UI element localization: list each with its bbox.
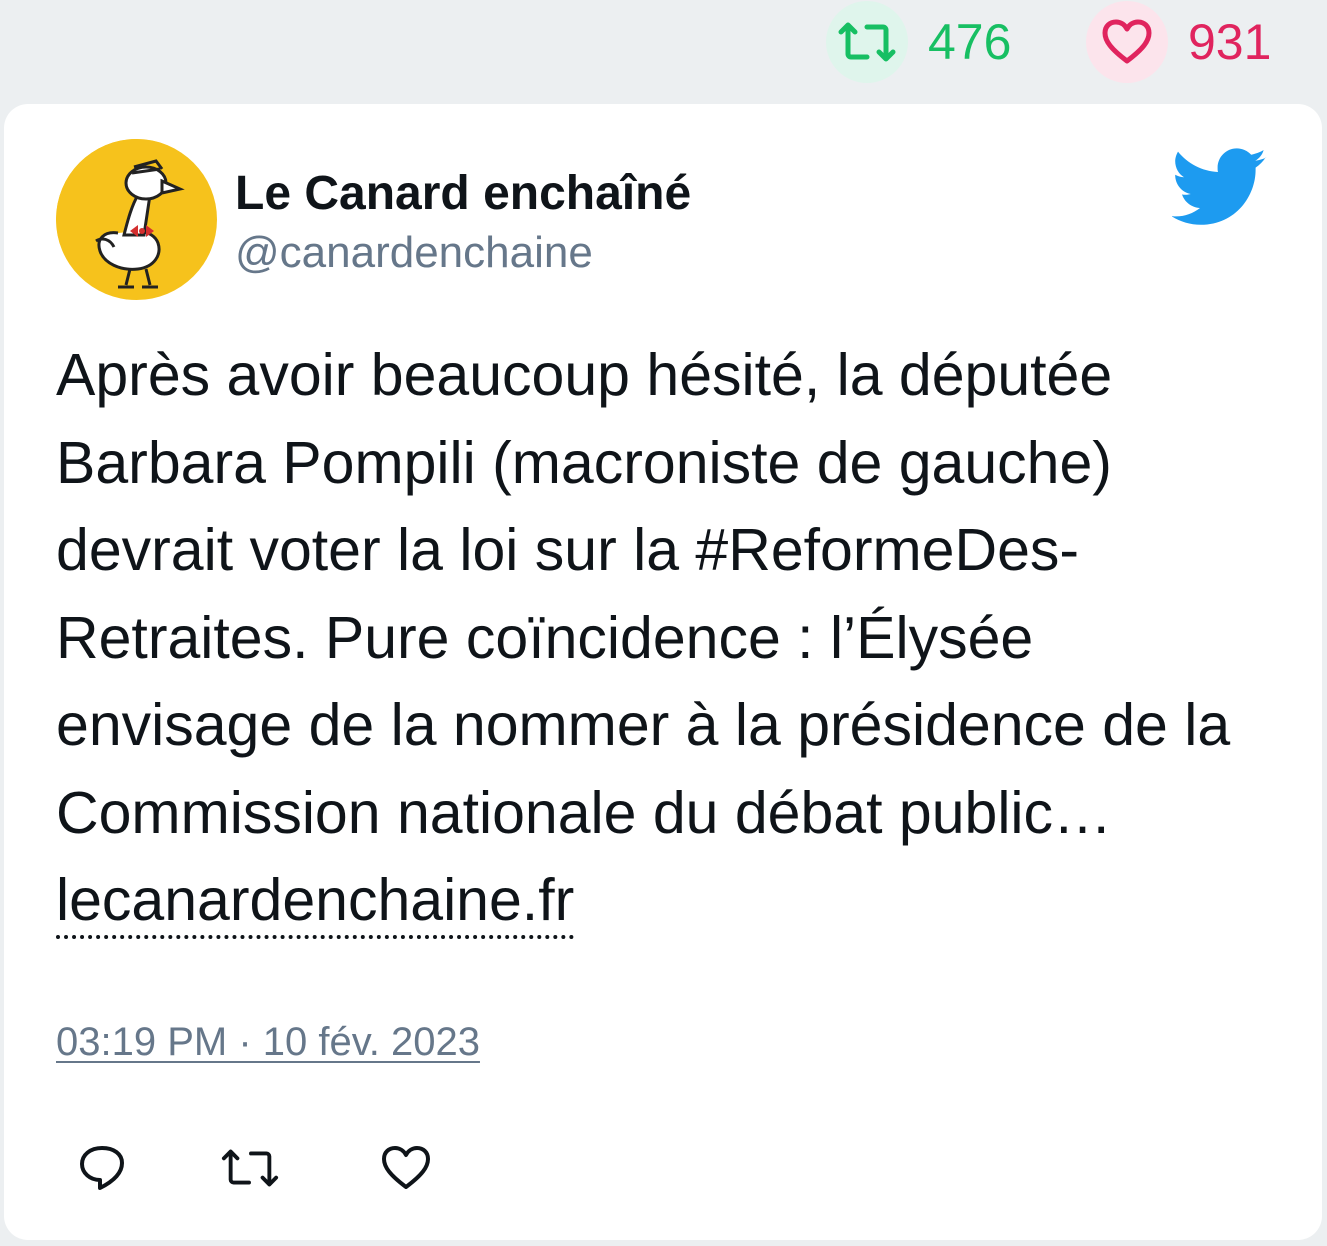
tweet-card: Le Canard enchaîné @canardenchaine Après… (4, 104, 1322, 1240)
engagement-stats-bar: 476 931 (0, 0, 1327, 100)
retweet-icon (221, 1149, 279, 1187)
reply-icon (80, 1146, 124, 1190)
like-button[interactable] (376, 1138, 436, 1198)
like-stat[interactable]: 931 (1086, 0, 1271, 84)
reply-button[interactable] (72, 1138, 132, 1198)
tweet-timestamp[interactable]: 03:19 PM · 10 fév. 2023 (56, 1020, 480, 1065)
tweet-link[interactable]: lecanardenchaine.fr (56, 867, 575, 939)
heart-icon[interactable] (1086, 1, 1168, 83)
author-handle[interactable]: @canardenchaine (235, 228, 593, 278)
retweet-button[interactable] (220, 1138, 280, 1198)
avatar[interactable] (56, 139, 217, 300)
retweet-stat[interactable]: 476 (826, 0, 1011, 84)
like-count: 931 (1188, 14, 1272, 70)
duck-logo-icon (56, 139, 216, 299)
retweet-count: 476 (928, 14, 1012, 70)
author-display-name[interactable]: Le Canard enchaîné (235, 166, 691, 221)
retweet-icon[interactable] (826, 1, 908, 83)
heart-icon (382, 1146, 430, 1189)
tweet-body: Après avoir beaucoup hésité, la députée … (56, 342, 1231, 846)
twitter-bird-icon[interactable] (1171, 148, 1268, 228)
tweet-text: Après avoir beaucoup hésité, la députée … (56, 332, 1276, 945)
